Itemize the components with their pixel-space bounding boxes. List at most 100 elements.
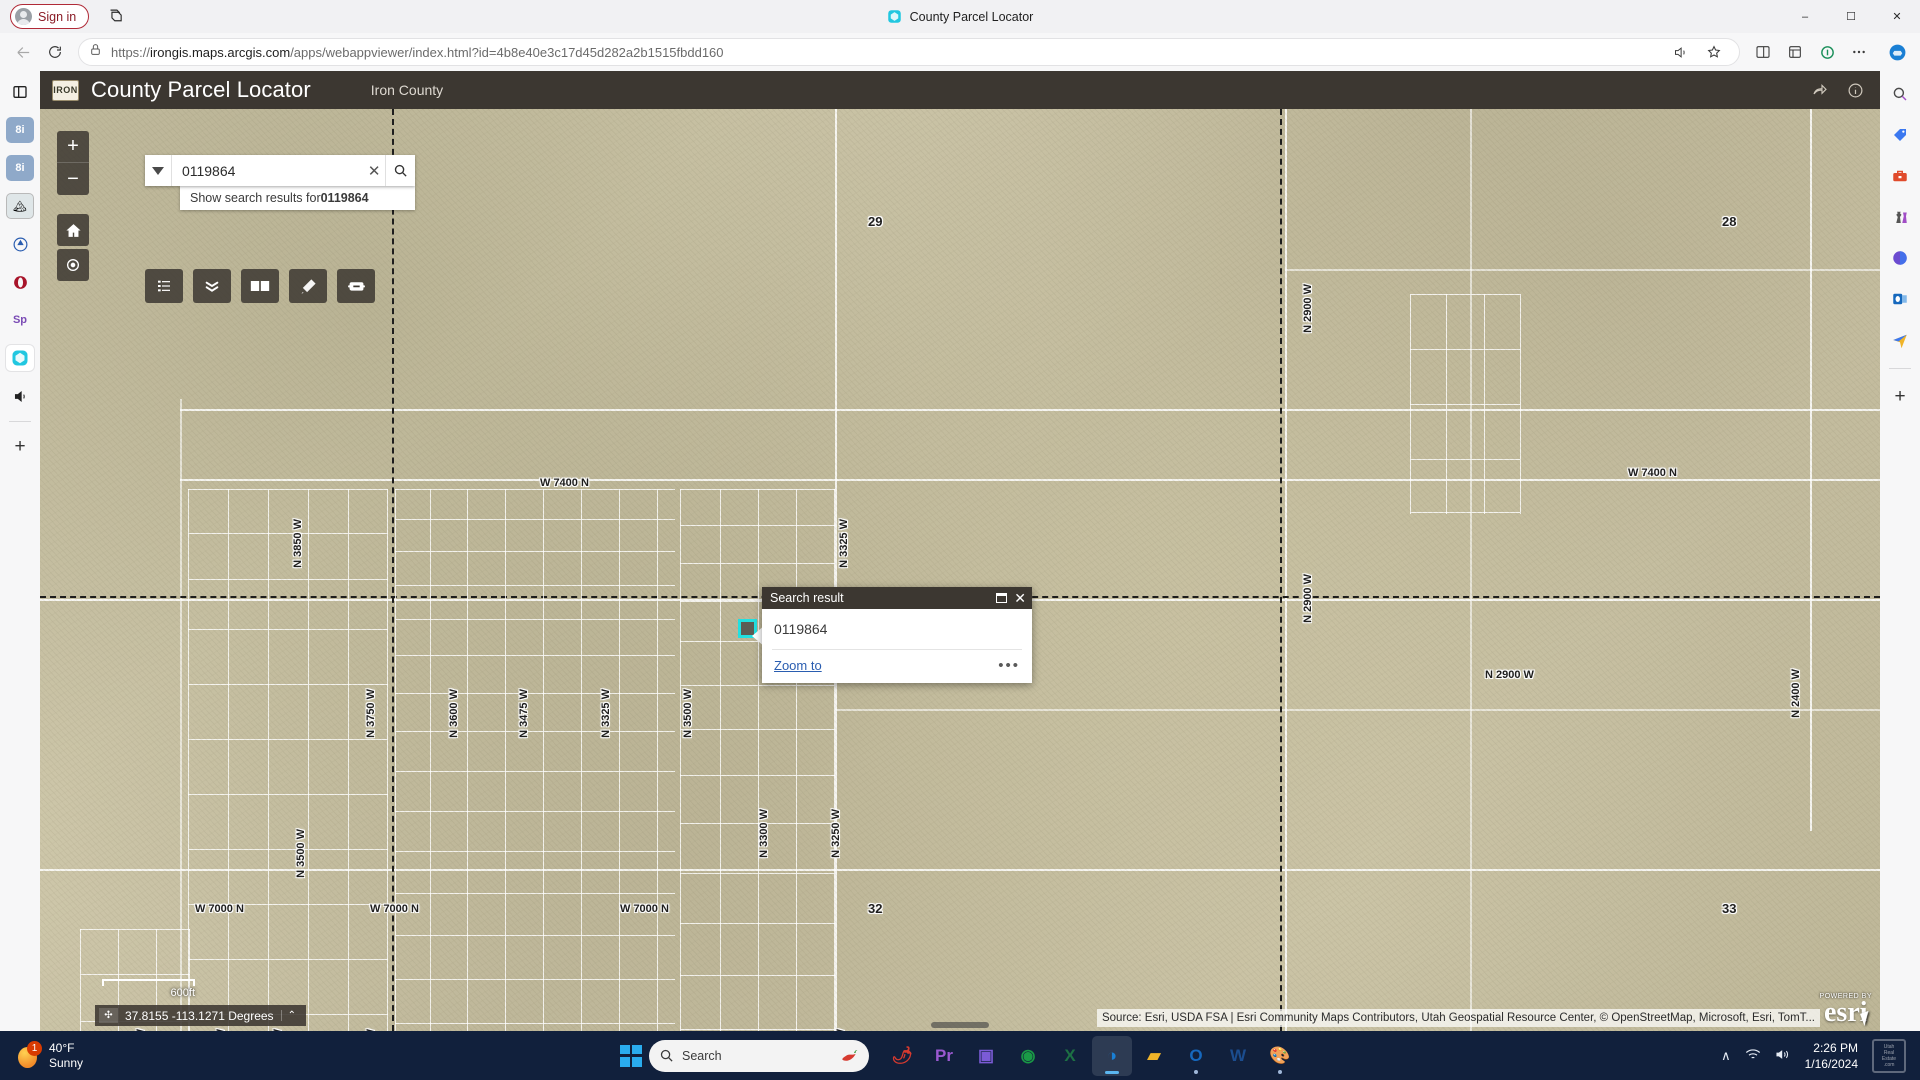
popup-close-button[interactable]: ✕ [1014, 591, 1026, 605]
taskbar-widgets-pepper-icon[interactable]: 🌶 [882, 1036, 922, 1076]
measure-tool[interactable] [289, 269, 327, 303]
microsoft-365-icon[interactable] [1886, 245, 1914, 271]
taskbar-search-box[interactable]: Search [649, 1040, 869, 1072]
web-app-viewer: IRON County Parcel Locator Iron County [40, 71, 1880, 1031]
app-glyph: Pr [935, 1047, 953, 1064]
start-button[interactable] [620, 1045, 642, 1067]
copilot-icon[interactable] [107, 8, 124, 25]
taskbar-excel-icon[interactable]: X [1050, 1036, 1090, 1076]
browser-essentials-icon[interactable] [1812, 37, 1842, 67]
map-label: N 3300 W [758, 809, 770, 858]
zoom-to-link[interactable]: Zoom to [774, 658, 822, 673]
map-canvas[interactable]: 29283233W 7400 NW 7400 NW 740W 7000 NW 7… [40, 109, 1880, 1031]
scale-bar-line [102, 979, 195, 986]
sign-in-label: Sign in [38, 10, 76, 24]
attribute-table-tool[interactable] [145, 269, 183, 303]
volume-icon[interactable] [1775, 1048, 1791, 1064]
star-icon[interactable] [1699, 37, 1729, 67]
back-arrow-icon[interactable] [8, 37, 38, 67]
taskbar-camera-icon[interactable]: ▣ [966, 1036, 1006, 1076]
sidebar-toggle-icon[interactable] [6, 79, 34, 105]
add-tool-icon[interactable]: + [1886, 384, 1914, 410]
print-tool[interactable] [337, 269, 375, 303]
tools-briefcase-icon[interactable] [1886, 163, 1914, 189]
parcel-block-a [188, 489, 388, 1031]
parcel-block-e [1410, 294, 1520, 514]
search-input[interactable] [172, 163, 363, 179]
copilot-8i-2-icon[interactable]: 8i [6, 155, 34, 181]
sign-in-button[interactable]: Sign in [10, 4, 89, 29]
taskbar-weather-widget[interactable]: 1 40°F Sunny [18, 1041, 83, 1071]
sun-icon: 1 [18, 1043, 40, 1069]
search-result-popup[interactable]: Search result ✕ 0119864 Zoom to ••• [762, 587, 1032, 683]
collections-icon[interactable] [1780, 37, 1810, 67]
maximize-button[interactable]: ☐ [1828, 0, 1874, 33]
tab-strip: Sign in County Parcel Locator – ☐ ✕ [0, 0, 1920, 33]
iron-county-logo: IRON [52, 80, 79, 101]
map-horizontal-scrollbar[interactable] [931, 1022, 989, 1028]
taskbar-word-icon[interactable]: W [1218, 1036, 1258, 1076]
taskbar-clock[interactable]: 2:26 PM 1/16/2024 [1805, 1040, 1858, 1072]
search-icon[interactable] [1886, 81, 1914, 107]
taskbar-premiere-icon[interactable]: Pr [924, 1036, 964, 1076]
map-label: N 3750 W [365, 689, 377, 738]
app-glyph: 🌶 [891, 1047, 913, 1064]
windows-taskbar: 1 40°F Sunny Search 🌶 Pr ▣ ◉X◑▰OW🎨 ∧ 2:26 P… [0, 1031, 1920, 1080]
popup-more-menu[interactable]: ••• [998, 657, 1020, 674]
wifi-icon[interactable] [1745, 1048, 1761, 1064]
zoom-in-button[interactable]: + [57, 131, 89, 163]
split-screen-icon[interactable] [1748, 37, 1778, 67]
zoom-out-button[interactable]: − [57, 163, 89, 195]
taskbar-edge-icon[interactable]: ◑ [1092, 1036, 1132, 1076]
about-info-icon[interactable] [1847, 82, 1864, 99]
sound-icon[interactable] [6, 383, 34, 409]
share-map-icon[interactable] [1811, 82, 1829, 98]
image-icon[interactable]: 🏔 [6, 193, 34, 219]
search-suggestion-term: 0119864 [321, 191, 369, 205]
minimize-button[interactable]: – [1782, 0, 1828, 33]
taskbar-file-explorer-icon[interactable]: ▰ [1134, 1036, 1174, 1076]
show-hidden-icons[interactable]: ∧ [1721, 1048, 1731, 1064]
coordinate-expand-icon[interactable]: ⌃ [281, 1010, 302, 1021]
send-icon[interactable] [1886, 327, 1914, 353]
page-title: County Parcel Locator [91, 77, 311, 103]
search-widget[interactable]: ✕ [145, 155, 415, 186]
my-location-button[interactable] [57, 249, 89, 281]
address-bar-actions [1665, 37, 1729, 67]
window-controls: – ☐ ✕ [1782, 0, 1920, 33]
home-button[interactable] [57, 214, 89, 246]
map-label: W 7000 N [370, 903, 419, 915]
popup-maximize-button[interactable] [996, 593, 1007, 603]
shopping-tag-icon[interactable] [1886, 122, 1914, 148]
refresh-icon[interactable] [40, 37, 70, 67]
sp-icon[interactable]: Sp [6, 307, 34, 333]
read-aloud-icon[interactable] [1665, 37, 1695, 67]
search-suggestion-item[interactable]: Show search results for 0119864 [180, 186, 415, 210]
more-options-icon[interactable] [1844, 37, 1874, 67]
taskbar-paint-icon[interactable]: 🎨 [1260, 1036, 1300, 1076]
opera-icon[interactable] [6, 269, 34, 295]
profile-copilot-icon[interactable] [1882, 37, 1912, 67]
search-submit-button[interactable] [385, 155, 415, 186]
clear-search-button[interactable]: ✕ [363, 162, 386, 180]
add-icon[interactable]: + [6, 434, 34, 460]
search-source-dropdown[interactable] [145, 155, 172, 186]
taskbar-outlook-icon[interactable]: O [1176, 1036, 1216, 1076]
taskbar-chrome-icon[interactable]: ◉ [1008, 1036, 1048, 1076]
copilot-8i-icon[interactable]: 8i [6, 117, 34, 143]
layer-list-tool[interactable] [193, 269, 231, 303]
coordinate-widget[interactable]: ✣ 37.8155 -113.1271 Degrees ⌃ [95, 1005, 306, 1026]
location-pin-icon[interactable] [6, 231, 34, 257]
edge-right-sidebar: + [1880, 71, 1920, 1031]
basemap-gallery-tool[interactable] [241, 269, 279, 303]
close-button[interactable]: ✕ [1874, 0, 1920, 33]
games-icon[interactable] [1886, 204, 1914, 230]
active-tab[interactable]: County Parcel Locator [0, 0, 1920, 33]
taskbar-system-tray: ∧ 2:26 PM 1/16/2024 Utah Real Estate .co… [1721, 1039, 1920, 1073]
address-bar[interactable]: https://irongis.maps.arcgis.com/apps/web… [78, 38, 1740, 66]
outlook-icon[interactable] [1886, 286, 1914, 312]
crosshair-icon[interactable]: ✣ [99, 1008, 118, 1023]
app-glyph: ▣ [978, 1047, 994, 1064]
edge-copilot-icon[interactable] [6, 345, 34, 371]
watermark-logo: Utah Real Estate .com [1872, 1039, 1906, 1073]
